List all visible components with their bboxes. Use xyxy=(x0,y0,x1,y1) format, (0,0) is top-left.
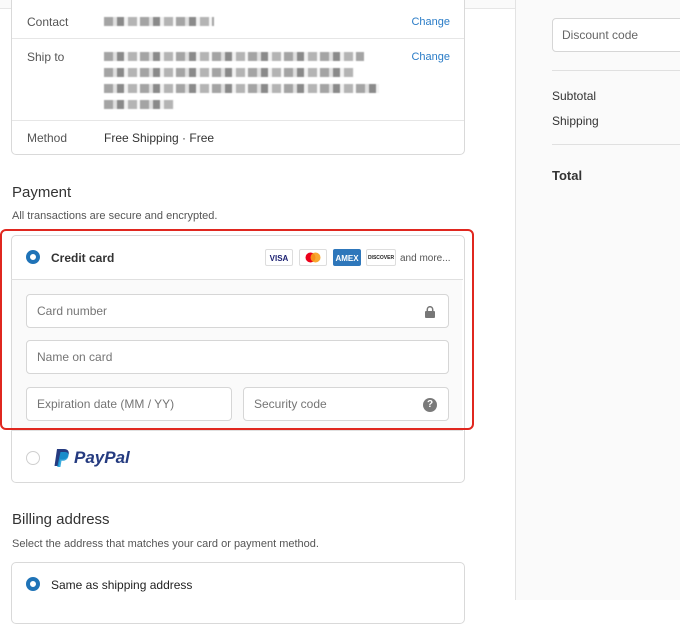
subtotal-label: Subtotal xyxy=(552,89,597,103)
discount-code-field[interactable] xyxy=(552,18,680,52)
ship-to-change-link[interactable]: Change xyxy=(411,51,450,63)
expiration-date-input[interactable] xyxy=(27,388,231,420)
contact-label: Contact xyxy=(27,15,69,29)
billing-title: Billing address xyxy=(12,511,110,528)
divider xyxy=(11,430,463,431)
expiration-date-field[interactable] xyxy=(26,387,232,421)
credit-card-fields: ? xyxy=(12,280,462,430)
paypal-wordmark: PayPal xyxy=(74,448,130,467)
payment-title: Payment xyxy=(12,184,72,201)
address-line-redacted xyxy=(104,100,174,109)
card-number-input[interactable] xyxy=(27,295,448,327)
address-line-redacted xyxy=(104,84,379,93)
same-address-label[interactable]: Same as shipping address xyxy=(51,578,192,592)
lock-icon xyxy=(425,306,435,318)
mastercard-icon xyxy=(299,249,327,266)
ship-to-row: Ship to Change xyxy=(12,38,464,121)
billing-options xyxy=(11,562,465,624)
card-number-field[interactable] xyxy=(26,294,449,328)
same-address-radio[interactable] xyxy=(26,577,40,591)
order-summary-sidebar: Subtotal Shipping Total xyxy=(515,0,680,600)
security-code-field[interactable]: ? xyxy=(243,387,449,421)
review-block: Contact Change Ship to Change Method Fre… xyxy=(11,0,465,155)
contact-row: Contact Change xyxy=(12,0,464,39)
shipping-label: Shipping xyxy=(552,114,599,128)
help-icon[interactable]: ? xyxy=(423,398,437,412)
contact-change-link[interactable]: Change xyxy=(411,16,450,28)
credit-card-label[interactable]: Credit card xyxy=(51,251,114,265)
method-label: Method xyxy=(27,131,68,145)
credit-card-radio[interactable] xyxy=(26,250,40,264)
method-value: Free Shipping · Free xyxy=(104,131,215,145)
name-on-card-input[interactable] xyxy=(27,341,448,373)
paypal-radio[interactable] xyxy=(26,451,40,465)
amex-icon: AMEX xyxy=(333,249,361,266)
security-code-input[interactable] xyxy=(244,388,448,420)
ship-to-label: Ship to xyxy=(27,50,65,64)
discount-code-input[interactable] xyxy=(553,19,680,51)
discover-icon: DISCOVER xyxy=(366,249,396,266)
address-line-redacted xyxy=(104,52,364,61)
paypal-icon xyxy=(54,449,69,467)
visa-icon: VISA xyxy=(265,249,293,266)
divider xyxy=(552,70,680,71)
divider xyxy=(552,144,680,145)
address-line-redacted xyxy=(104,68,354,77)
name-on-card-field[interactable] xyxy=(26,340,449,374)
payment-subtitle: All transactions are secure and encrypte… xyxy=(12,210,218,222)
contact-value-redacted xyxy=(104,17,214,26)
method-row: Method Free Shipping · Free xyxy=(12,120,464,154)
and-more-label: and more... xyxy=(400,253,451,264)
billing-subtitle: Select the address that matches your car… xyxy=(12,538,319,550)
total-label: Total xyxy=(552,168,583,183)
